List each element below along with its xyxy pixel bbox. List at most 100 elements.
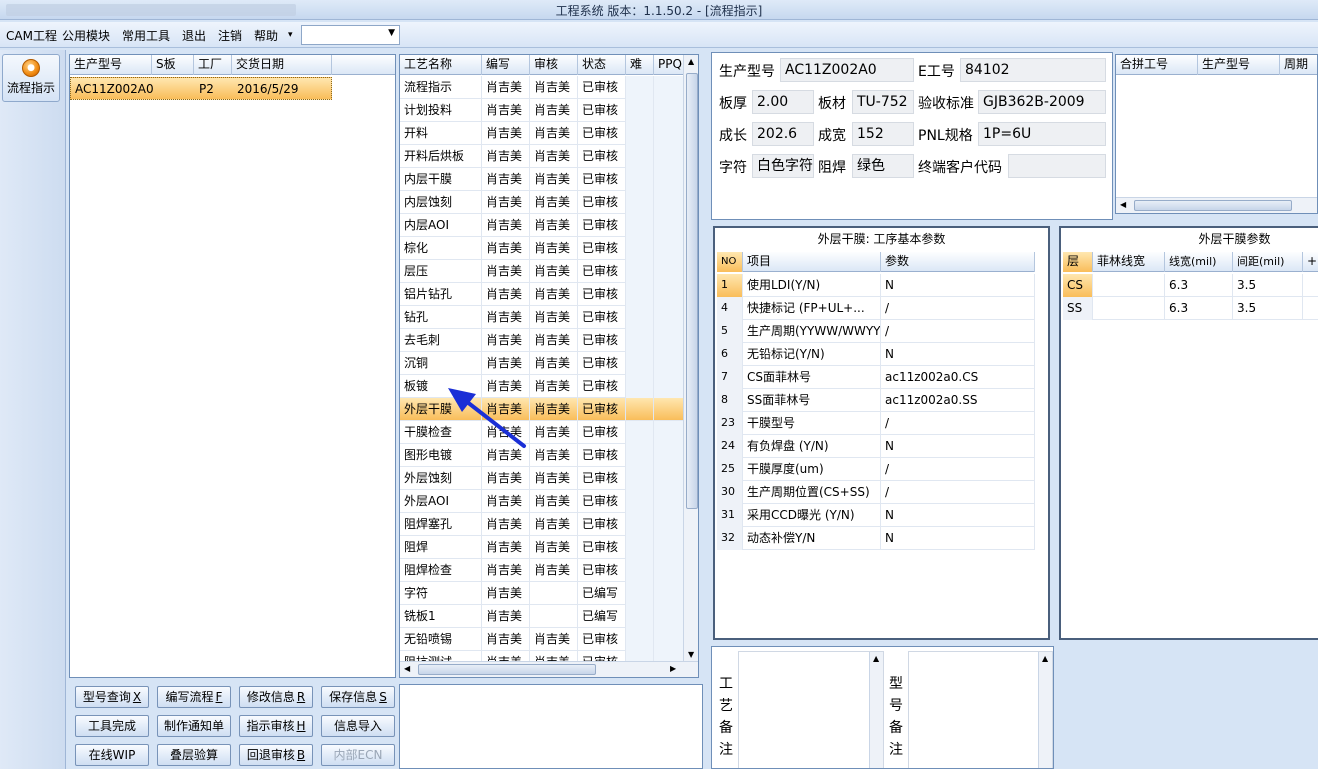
col-merge-model[interactable]: 生产型号 [1198, 55, 1280, 75]
table-row[interactable]: 沉铜 肖吉美 肖吉美 已审核 [400, 352, 684, 375]
toolbar-combo[interactable]: ▼ [301, 25, 400, 45]
chevron-down-icon[interactable]: ▾ [288, 30, 293, 40]
scroll-right-icon[interactable]: ▶ [670, 664, 676, 673]
model-query-button[interactable]: 型号查询 X [75, 686, 149, 708]
table-row[interactable]: 阻焊塞孔 肖吉美 肖吉美 已审核 [400, 513, 684, 536]
col-model[interactable]: 生产型号 [70, 55, 152, 75]
info-import-button[interactable]: 信息导入 [321, 715, 395, 737]
field-model[interactable]: AC11Z002A0 [780, 58, 914, 82]
col-reviewer[interactable]: 审核 [530, 55, 578, 75]
table-row[interactable]: 无铅喷锡 肖吉美 肖吉美 已审核 [400, 628, 684, 651]
field-pnl[interactable]: 1P=6U [978, 122, 1106, 146]
table-row[interactable]: 23 干膜型号 / [717, 412, 1035, 435]
scroll-down-icon[interactable]: ▼ [688, 650, 694, 659]
table-row[interactable]: 棕化 肖吉美 肖吉美 已审核 [400, 237, 684, 260]
col-layer[interactable]: 层 [1063, 252, 1093, 272]
table-row[interactable]: 字符 肖吉美 已编写 [400, 582, 684, 605]
col-difficulty[interactable]: 难 [626, 55, 654, 75]
col-status[interactable]: 状态 [578, 55, 626, 75]
table-row[interactable]: 去毛刺 肖吉美 肖吉美 已审核 [400, 329, 684, 352]
table-row[interactable]: 层压 肖吉美 肖吉美 已审核 [400, 260, 684, 283]
online-wip-button[interactable]: 在线WIP [75, 744, 149, 766]
table-row[interactable]: 阻焊 肖吉美 肖吉美 已审核 [400, 536, 684, 559]
col-linewidth-mil[interactable]: 线宽(mil) [1165, 252, 1233, 272]
table-row[interactable]: 30 生产周期位置(CS+SS) / [717, 481, 1035, 504]
menu-common-tools[interactable]: 常用工具 [122, 27, 170, 44]
scroll-up-icon[interactable]: ▲ [688, 57, 694, 66]
col-delivery-date[interactable]: 交货日期 [232, 55, 332, 75]
field-solder-mask[interactable]: 绿色 [852, 154, 914, 178]
save-info-button[interactable]: 保存信息 S [321, 686, 395, 708]
field-material[interactable]: TU-752 [852, 90, 914, 114]
tool-complete-button[interactable]: 工具完成 [75, 715, 149, 737]
dropdown-arrow-icon[interactable]: ▼ [388, 28, 395, 38]
notes-vscrollbar[interactable]: ▲ [869, 652, 883, 768]
hscroll-thumb[interactable] [418, 664, 596, 675]
col-merge-no[interactable]: 合拼工号 [1116, 55, 1198, 75]
table-row[interactable]: 阻焊检查 肖吉美 肖吉美 已审核 [400, 559, 684, 582]
scroll-thumb[interactable] [686, 73, 698, 509]
table-row[interactable]: 25 干膜厚度(um) / [717, 458, 1035, 481]
table-row[interactable]: 4 快捷标记 (FP+UL+... / [717, 297, 1035, 320]
edit-flow-button[interactable]: 编写流程 F [157, 686, 231, 708]
table-row[interactable]: 31 采用CCD曝光 (Y/N) N [717, 504, 1035, 527]
table-row[interactable]: 7 CS面菲林号 ac11z002a0.CS [717, 366, 1035, 389]
process-notes-textarea[interactable]: ▲ [738, 651, 884, 768]
table-row[interactable]: 外层蚀刻 肖吉美 肖吉美 已审核 [400, 467, 684, 490]
table-row[interactable]: 32 动态补偿Y/N N [717, 527, 1035, 550]
field-length[interactable]: 202.6 [752, 122, 814, 146]
menu-exit[interactable]: 退出 [182, 27, 206, 44]
flow-instruction-button[interactable]: ● 流程指示 [2, 54, 60, 102]
merge-hscrollbar[interactable]: ◀ [1116, 197, 1317, 213]
table-row[interactable]: 6 无铅标记(Y/N) N [717, 343, 1035, 366]
scroll-left-icon[interactable]: ◀ [404, 664, 410, 673]
internal-ecn-button[interactable]: 内部ECN [321, 744, 395, 766]
col-item[interactable]: 项目 [743, 252, 881, 272]
hscroll-thumb[interactable] [1134, 200, 1292, 211]
menu-cam[interactable]: CAM工程 [6, 27, 57, 44]
table-row[interactable]: 铣板1 肖吉美 已编写 [400, 605, 684, 628]
menu-logout[interactable]: 注销 [218, 27, 242, 44]
field-character[interactable]: 白色字符 [752, 154, 814, 178]
table-row[interactable]: 内层干膜 肖吉美 肖吉美 已审核 [400, 168, 684, 191]
modify-info-button[interactable]: 修改信息 R [239, 686, 313, 708]
make-notice-button[interactable]: 制作通知单 [157, 715, 231, 737]
table-row[interactable]: 钻孔 肖吉美 肖吉美 已审核 [400, 306, 684, 329]
table-row[interactable]: 内层AOI 肖吉美 肖吉美 已审核 [400, 214, 684, 237]
table-row[interactable]: 开料后烘板 肖吉美 肖吉美 已审核 [400, 145, 684, 168]
field-customer-code[interactable] [1008, 154, 1106, 178]
menu-public-module[interactable]: 公用模块 [62, 27, 110, 44]
table-row[interactable]: 1 使用LDI(Y/N) N [717, 274, 1035, 297]
col-author[interactable]: 编写 [482, 55, 530, 75]
table-row[interactable]: 流程指示 肖吉美 肖吉美 已审核 [400, 76, 684, 99]
field-thickness[interactable]: 2.00 [752, 90, 814, 114]
table-row[interactable]: CS 6.3 3.5 [1063, 274, 1318, 297]
table-row[interactable]: 5 生产周期(YYWW/WWYY) / [717, 320, 1035, 343]
table-row[interactable]: 内层蚀刻 肖吉美 肖吉美 已审核 [400, 191, 684, 214]
table-row[interactable]: SS 6.3 3.5 [1063, 297, 1318, 320]
table-row[interactable]: 24 有负焊盘 (Y/N) N [717, 435, 1035, 458]
process-vscrollbar[interactable]: ▲ ▼ [683, 55, 698, 661]
table-row[interactable]: AC11Z002A0 P2 2016/5/29 [70, 77, 332, 100]
col-more[interactable]: + [1303, 252, 1318, 272]
col-no[interactable]: NO [717, 252, 743, 272]
field-standard[interactable]: GJB362B-2009 [978, 90, 1106, 114]
scroll-up-icon[interactable]: ▲ [873, 654, 879, 663]
field-width[interactable]: 152 [852, 122, 914, 146]
col-factory[interactable]: 工厂 [194, 55, 232, 75]
table-row[interactable]: 8 SS面菲林号 ac11z002a0.SS [717, 389, 1035, 412]
col-s-board[interactable]: S板 [152, 55, 194, 75]
scroll-up-icon[interactable]: ▲ [1042, 654, 1048, 663]
col-param[interactable]: 参数 [881, 252, 1035, 272]
stack-check-button[interactable]: 叠层验算 [157, 744, 231, 766]
col-merge-cycle[interactable]: 周期 [1280, 55, 1317, 75]
menu-help[interactable]: 帮助 [254, 27, 278, 44]
process-hscrollbar[interactable]: ◀ ▶ [400, 661, 698, 677]
table-row[interactable]: 开料 肖吉美 肖吉美 已审核 [400, 122, 684, 145]
scroll-left-icon[interactable]: ◀ [1120, 200, 1126, 209]
col-film-linewidth[interactable]: 菲林线宽 [1093, 252, 1165, 272]
notes-vscrollbar[interactable]: ▲ [1038, 652, 1052, 768]
model-notes-textarea[interactable]: ▲ [908, 651, 1053, 768]
col-ppqi[interactable]: PPQI [654, 55, 684, 75]
table-row[interactable]: 计划投料 肖吉美 肖吉美 已审核 [400, 99, 684, 122]
